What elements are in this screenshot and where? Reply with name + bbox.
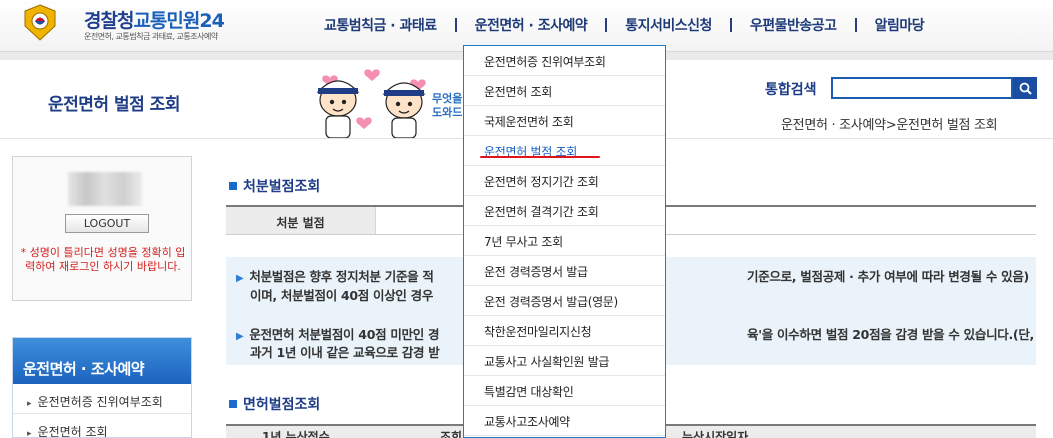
logo-title: 경찰청교통민원24 <box>84 6 225 33</box>
dropdown-item-special-reduction[interactable]: 특별감면 대상확인 <box>464 376 665 406</box>
side-nav-item-license-verify[interactable]: ▸ 운전면허증 진위여부조회 <box>13 384 191 414</box>
side-nav-item-label: 운전면허증 진위여부조회 <box>37 395 163 409</box>
logo[interactable]: 경찰청교통민원24 운전면허, 교통범칙금 과태료, 교통조사예약 <box>22 4 272 44</box>
square-bullet-icon <box>229 400 237 408</box>
triangle-right-icon: ▶ <box>236 331 244 342</box>
grid-header-cell: 조회 <box>440 430 463 438</box>
side-nav-item-license-lookup[interactable]: ▸ 운전면허 조회 <box>13 414 191 438</box>
mascot-text-line1: 무엇을 <box>432 91 462 105</box>
search-icon <box>1019 82 1032 95</box>
grid-header-cell: 1년 누산점수 <box>262 430 330 438</box>
triangle-right-icon: ▸ <box>27 399 32 409</box>
mascot-illustration: 무엇을 도와드 <box>316 69 465 139</box>
breadcrumb: 운전면허 · 조사예약>운전면허 벌점 조회 <box>781 118 998 133</box>
info-line-text: 과거 1년 이내 같은 교육으로 감경 받 <box>250 345 440 360</box>
triangle-right-icon: ▸ <box>27 429 32 438</box>
user-name-blurred <box>68 172 142 206</box>
info-line-tail: 기준으로, 벌점공제 · 추가 여부에 따라 변경될 수 있음) <box>747 269 1029 284</box>
gnb-item-mail-return[interactable]: 우편물반송공고 <box>732 15 855 35</box>
info-line-tail: 육'을 이수하면 벌점 20점을 감경 받을 수 있습니다.(단, <box>747 327 1034 342</box>
logout-button[interactable]: LOGOUT <box>65 214 149 233</box>
dropdown-item-intl-license[interactable]: 국제운전면허 조회 <box>464 106 665 136</box>
info-line-text: 처분벌점은 향후 정지처분 기준을 적 <box>249 269 434 284</box>
dropdown-item-disqualification-period[interactable]: 운전면허 결격기간 조회 <box>464 196 665 226</box>
mascot-text-line2: 도와드 <box>432 105 462 119</box>
side-nav-title: 운전면허 · 조사예약 <box>13 338 191 384</box>
dropdown-item-career-cert-en[interactable]: 운전 경력증명서 발급(영문) <box>464 286 665 316</box>
section-title-license: 면허벌점조회 <box>229 394 320 414</box>
active-item-underline <box>480 156 600 158</box>
logo-main-text: 경찰청 <box>84 10 134 32</box>
logo-accent-text: 교통민원24 <box>133 10 224 32</box>
info-line-text: 운전면허 처분벌점이 40점 미만인 경 <box>249 327 440 342</box>
search-input[interactable] <box>831 77 1013 99</box>
gnb-item-notification[interactable]: 통지서비스신청 <box>607 15 730 35</box>
logo-subtitle: 운전면허, 교통범칙금 과태료, 교통조사예약 <box>84 32 218 41</box>
side-nav-item-label: 운전면허 조회 <box>37 425 108 438</box>
dropdown-item-penalty-lookup[interactable]: 운전면허 벌점 조회 <box>464 136 665 166</box>
gnb-item-license[interactable]: 운전면허 · 조사예약 <box>457 15 606 35</box>
section-title-disposition: 처분벌점조회 <box>229 176 320 196</box>
dropdown-item-suspension-period[interactable]: 운전면허 정지기간 조회 <box>464 166 665 196</box>
global-nav: 교통범칙금 · 과태료 운전면허 · 조사예약 통지서비스신청 우편물반송공고 … <box>306 14 942 36</box>
dropdown-item-career-cert[interactable]: 운전 경력증명서 발급 <box>464 256 665 286</box>
search-button[interactable] <box>1013 77 1037 99</box>
gnb-item-notice[interactable]: 알림마당 <box>857 15 943 35</box>
login-box: LOGOUT * 성명이 틀리다면 성명을 정확히 입력하여 재로그인 하시기 … <box>12 156 192 301</box>
gnb-item-fines[interactable]: 교통범칙금 · 과태료 <box>306 15 455 35</box>
side-nav: 운전면허 · 조사예약 ▸ 운전면허증 진위여부조회 ▸ 운전면허 조회 <box>12 337 192 438</box>
dropdown-item-license-lookup[interactable]: 운전면허 조회 <box>464 76 665 106</box>
square-bullet-icon <box>229 182 237 190</box>
section-title-license-text: 면허벌점조회 <box>243 397 321 413</box>
triangle-right-icon: ▶ <box>236 273 244 284</box>
info-line: ▶ 처분벌점은 향후 정지처분 기준을 적 <box>236 266 434 285</box>
search-label: 통합검색 <box>765 82 817 98</box>
dropdown-item-mileage[interactable]: 착한운전마일리지신청 <box>464 316 665 346</box>
dropdown-item-7yr-no-accident[interactable]: 7년 무사고 조회 <box>464 226 665 256</box>
grid-header-cell: 누산시작일자 <box>682 430 749 438</box>
mascot-text: 무엇을 도와드 <box>432 91 465 119</box>
section-title-disposition-text: 처분벌점조회 <box>243 179 321 195</box>
dropdown-item-license-verify[interactable]: 운전면허증 진위여부조회 <box>464 46 665 76</box>
police-emblem-icon <box>24 4 56 41</box>
dropdown-item-investigation-booking[interactable]: 교통사고조사예약 <box>464 406 665 436</box>
page-title: 운전면허 벌점 조회 <box>48 95 180 115</box>
info-line: ▶ 운전면허 처분벌점이 40점 미만인 경 <box>236 324 440 343</box>
penalty-table-header: 처분 벌점 <box>226 207 376 234</box>
nav-dropdown-menu: 운전면허증 진위여부조회 운전면허 조회 국제운전면허 조회 운전면허 벌점 조… <box>463 45 666 438</box>
dropdown-item-accident-cert[interactable]: 교통사고 사실확인원 발급 <box>464 346 665 376</box>
info-line-text: 이며, 처분벌점이 40점 이상인 경우 <box>250 288 434 303</box>
login-warning-note: * 성명이 틀리다면 성명을 정확히 입력하여 재로그인 하시기 바랍니다. <box>20 246 186 273</box>
